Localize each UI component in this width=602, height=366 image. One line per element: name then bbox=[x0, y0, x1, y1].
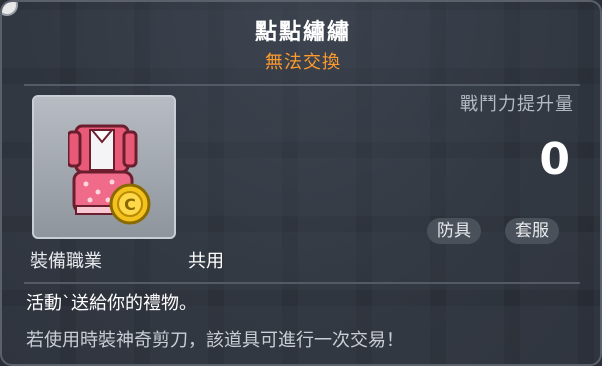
description-line-1: 活動`送給你的禮物。 bbox=[26, 293, 197, 314]
job-requirement-label: 裝備職業 bbox=[30, 251, 102, 272]
divider-bottom bbox=[24, 282, 580, 284]
description-line-2: 若使用時裝神奇剪刀，該道具可進行一次交易！ bbox=[26, 330, 404, 351]
category-tag-armor: 防具 bbox=[427, 218, 481, 244]
item-icon-frame: C bbox=[32, 95, 176, 239]
item-name: 點點繡繡 bbox=[254, 20, 351, 45]
divider-top bbox=[24, 84, 580, 86]
combat-power-value: 0 bbox=[539, 134, 570, 185]
category-tag-outfit: 套服 bbox=[505, 218, 559, 244]
job-requirement-value: 共用 bbox=[188, 251, 224, 272]
item-tooltip: 點點繡繡 無法交換 C 戰鬥力提升量 0 防具 套服 裝備職業 共用 活動`送給… bbox=[0, 0, 602, 366]
trade-status: 無法交換 bbox=[265, 52, 341, 73]
svg-text:C: C bbox=[124, 195, 136, 214]
combat-power-label: 戰鬥力提升量 bbox=[460, 94, 574, 115]
pink-outfit-with-coin-icon: C bbox=[68, 124, 151, 225]
